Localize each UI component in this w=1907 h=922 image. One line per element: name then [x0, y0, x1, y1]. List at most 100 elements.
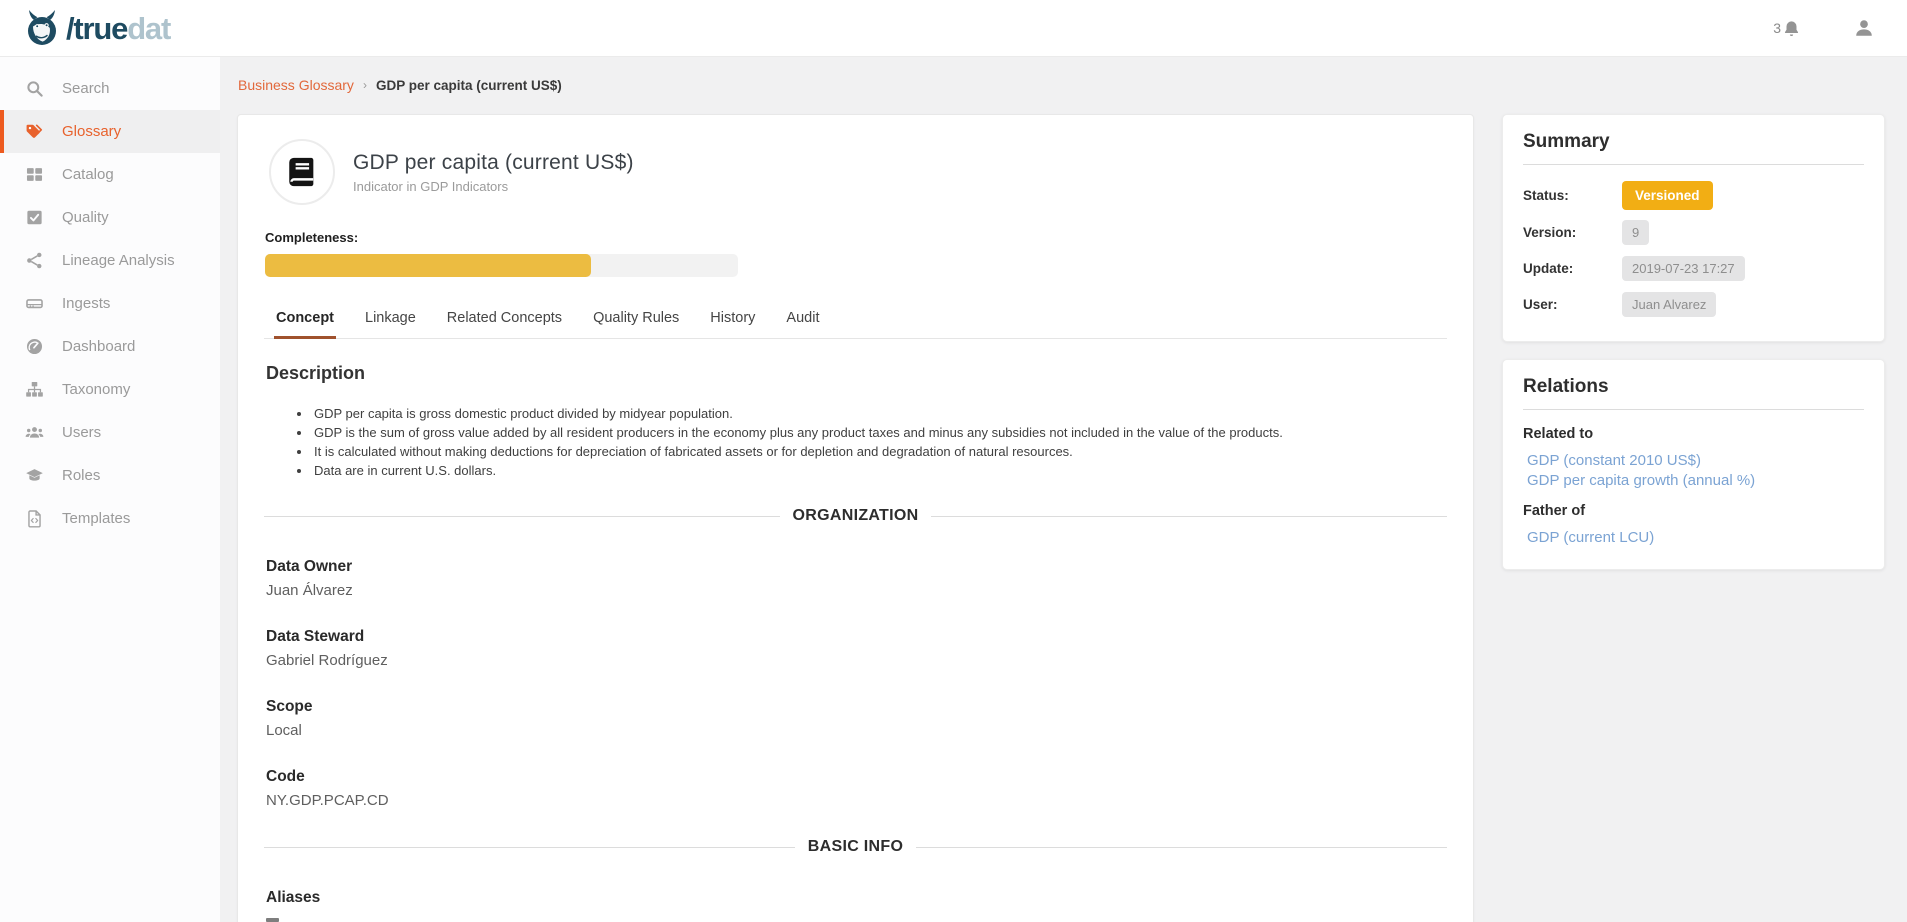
- sidebar-item-users[interactable]: Users: [0, 411, 220, 454]
- description-heading: Description: [266, 363, 1447, 384]
- sidebar: Search Glossary Catalog Quality Lineage …: [0, 57, 220, 922]
- completeness-section: Completeness:: [265, 230, 1447, 277]
- tab-related-concepts[interactable]: Related Concepts: [445, 304, 564, 338]
- field-label: Scope: [266, 698, 1447, 716]
- sidebar-item-label: Ingests: [62, 295, 110, 312]
- tab-linkage[interactable]: Linkage: [363, 304, 418, 338]
- field-aliases: Aliases: [266, 889, 1447, 922]
- summary-label: Update:: [1523, 261, 1622, 276]
- relations-card: Relations Related to GDP (constant 2010 …: [1502, 359, 1885, 570]
- section-title: ORGANIZATION: [793, 507, 919, 525]
- sidebar-item-label: Users: [62, 424, 101, 441]
- field-value: Juan Álvarez: [266, 582, 1447, 599]
- tag-icon: [25, 122, 44, 141]
- sidebar-item-templates[interactable]: Templates: [0, 497, 220, 540]
- summary-row-version: Version: 9: [1523, 219, 1864, 246]
- completeness-progress-bar: [265, 254, 738, 277]
- notification-count: 3: [1773, 20, 1781, 36]
- field-value: Gabriel Rodríguez: [266, 652, 1447, 669]
- sidebar-item-label: Search: [62, 80, 110, 97]
- bell-icon: [1782, 19, 1801, 38]
- concept-tabs: Concept Linkage Related Concepts Quality…: [264, 304, 1447, 339]
- breadcrumb-separator-icon: ›: [363, 78, 367, 92]
- sidebar-item-label: Catalog: [62, 166, 114, 183]
- summary-row-status: Status: Versioned: [1523, 181, 1864, 210]
- concept-subtitle: Indicator in GDP Indicators: [353, 179, 634, 194]
- field-value: Local: [266, 722, 1447, 739]
- field-label: Aliases: [266, 889, 1447, 907]
- breadcrumb-parent-link[interactable]: Business Glossary: [238, 77, 354, 93]
- tab-concept[interactable]: Concept: [274, 304, 336, 338]
- relation-link[interactable]: GDP (constant 2010 US$): [1527, 451, 1864, 471]
- tab-audit[interactable]: Audit: [784, 304, 821, 338]
- field-label: Code: [266, 768, 1447, 786]
- sidebar-item-dashboard[interactable]: Dashboard: [0, 325, 220, 368]
- summary-title: Summary: [1523, 131, 1864, 165]
- summary-row-update: Update: 2019-07-23 17:27: [1523, 255, 1864, 282]
- sidebar-item-taxonomy[interactable]: Taxonomy: [0, 368, 220, 411]
- field-data-steward: Data Steward Gabriel Rodríguez: [266, 628, 1447, 669]
- field-data-owner: Data Owner Juan Álvarez: [266, 558, 1447, 599]
- summary-label: Status:: [1523, 188, 1622, 203]
- sidebar-item-label: Taxonomy: [62, 381, 130, 398]
- right-panel: Summary Status: Versioned Version: 9 Upd…: [1502, 114, 1885, 570]
- description-bullet: It is calculated without making deductio…: [312, 442, 1447, 461]
- description-bullet: Data are in current U.S. dollars.: [312, 461, 1447, 480]
- graduation-cap-icon: [25, 466, 44, 485]
- sidebar-item-label: Roles: [62, 467, 100, 484]
- notifications-button[interactable]: 3: [1773, 19, 1801, 38]
- update-badge: 2019-07-23 17:27: [1622, 256, 1745, 281]
- drive-icon: [25, 294, 44, 313]
- sidebar-item-roles[interactable]: Roles: [0, 454, 220, 497]
- summary-row-user: User: Juan Alvarez: [1523, 291, 1864, 318]
- description-bullet: GDP is the sum of gross value added by a…: [312, 423, 1447, 442]
- organization-divider: ORGANIZATION: [264, 507, 1447, 525]
- relations-title: Relations: [1523, 376, 1864, 410]
- field-label: Data Owner: [266, 558, 1447, 576]
- concept-card: GDP per capita (current US$) Indicator i…: [237, 114, 1474, 922]
- logo-wordmark: /truedat: [66, 13, 170, 44]
- relation-link[interactable]: GDP per capita growth (annual %): [1527, 471, 1864, 491]
- description-list: GDP per capita is gross domestic product…: [264, 404, 1447, 480]
- sidebar-item-label: Dashboard: [62, 338, 135, 355]
- sidebar-item-catalog[interactable]: Catalog: [0, 153, 220, 196]
- empty-value-dash: [266, 918, 279, 922]
- field-value: NY.GDP.PCAP.CD: [266, 792, 1447, 809]
- concept-type-badge: [269, 139, 335, 205]
- book-icon: [285, 155, 319, 189]
- check-square-icon: [25, 208, 44, 227]
- topbar-actions: 3: [1773, 17, 1875, 39]
- tab-history[interactable]: History: [708, 304, 757, 338]
- sidebar-item-label: Quality: [62, 209, 109, 226]
- file-code-icon: [25, 509, 44, 528]
- search-icon: [25, 79, 44, 98]
- truedat-logo[interactable]: /truedat: [22, 8, 170, 48]
- gauge-icon: [25, 337, 44, 356]
- topbar: /truedat 3: [0, 0, 1907, 57]
- sidebar-item-search[interactable]: Search: [0, 67, 220, 110]
- summary-label: Version:: [1523, 225, 1622, 240]
- summary-label: User:: [1523, 297, 1622, 312]
- sidebar-item-glossary[interactable]: Glossary: [0, 110, 220, 153]
- completeness-label: Completeness:: [265, 230, 1447, 245]
- sidebar-item-quality[interactable]: Quality: [0, 196, 220, 239]
- field-code: Code NY.GDP.PCAP.CD: [266, 768, 1447, 809]
- breadcrumb-current: GDP per capita (current US$): [376, 78, 562, 93]
- description-bullet: GDP per capita is gross domestic product…: [312, 404, 1447, 423]
- sidebar-item-lineage-analysis[interactable]: Lineage Analysis: [0, 239, 220, 282]
- tab-quality-rules[interactable]: Quality Rules: [591, 304, 681, 338]
- user-badge: Juan Alvarez: [1622, 292, 1716, 317]
- share-nodes-icon: [25, 251, 44, 270]
- sidebar-item-label: Glossary: [62, 123, 121, 140]
- breadcrumb: Business Glossary › GDP per capita (curr…: [238, 77, 1885, 93]
- user-icon: [1853, 17, 1875, 39]
- user-menu-button[interactable]: [1853, 17, 1875, 39]
- summary-card: Summary Status: Versioned Version: 9 Upd…: [1502, 114, 1885, 342]
- field-label: Data Steward: [266, 628, 1447, 646]
- sidebar-item-ingests[interactable]: Ingests: [0, 282, 220, 325]
- relation-link[interactable]: GDP (current LCU): [1527, 528, 1864, 548]
- concept-title: GDP per capita (current US$): [353, 151, 634, 175]
- section-title: BASIC INFO: [808, 838, 903, 856]
- grid-icon: [25, 165, 44, 184]
- sidebar-item-label: Templates: [62, 510, 130, 527]
